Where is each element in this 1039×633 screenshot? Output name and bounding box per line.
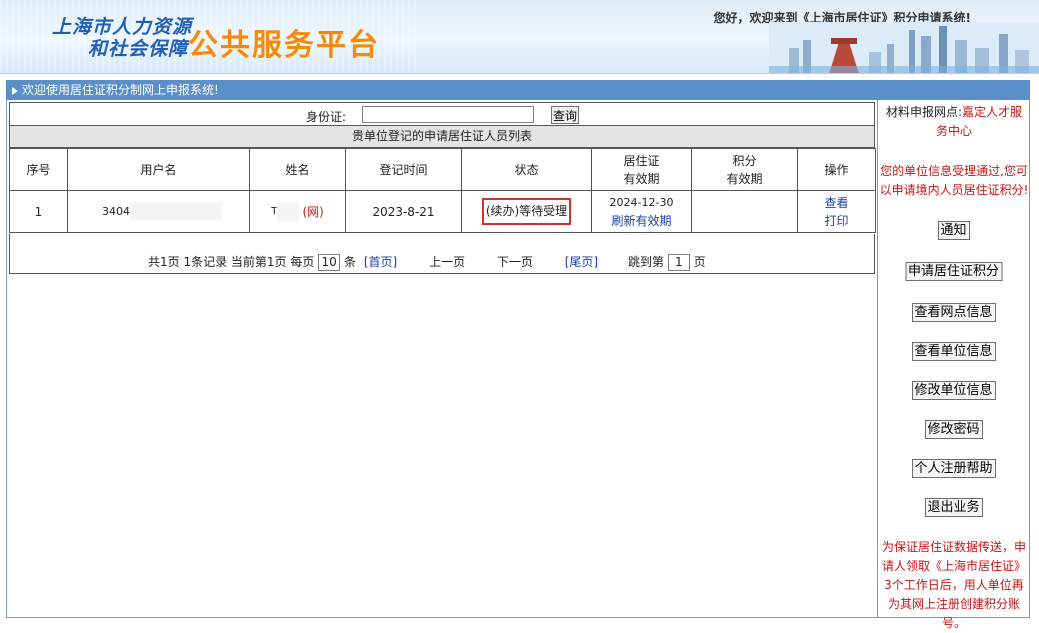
col-header-name: 姓名	[249, 148, 346, 191]
welcome-bar: 欢迎使用居住证积分制网上申报系统!	[6, 80, 1030, 100]
redacted-mask: xxxxxxxxxxxxx	[130, 202, 223, 220]
col-header-operation: 操作	[797, 148, 876, 191]
table-row: 1 3404xxxxxxxxxxxxx Txxx (网) 2023-8-21 (…	[9, 190, 876, 233]
unit-approved-notice: 您的单位信息受理通过,您可以申请境内人员居住证积分!	[879, 164, 1029, 197]
id-card-input[interactable]	[362, 106, 534, 123]
footer-note: 为保证居住证数据传送，申请人领取《上海市居住证》3个工作日后，用人单位再为其网上…	[881, 540, 1026, 630]
prev-page-link[interactable]: 上一页	[429, 255, 465, 269]
sidebar: 材料申报网点:嘉定人才服务中心 您的单位信息受理通过,您可以申请境内人员居住证积…	[877, 100, 1030, 630]
list-title: 贵单位登记的申请居住证人员列表	[9, 126, 875, 148]
applicant-table: 序号 用户名 姓名 登记时间 状态 居住证 有效期 积分 有效期 操作 1 34…	[9, 148, 876, 233]
notice-button[interactable]: 通知	[937, 221, 970, 240]
skyline-banner-icon	[769, 22, 1039, 73]
search-row: 身份证: 查询	[9, 102, 875, 126]
cell-index: 1	[9, 190, 68, 233]
jump-page-input[interactable]: 1	[667, 254, 690, 271]
edit-unit-info-button[interactable]: 修改单位信息	[911, 381, 996, 400]
view-link[interactable]: 查看	[824, 196, 848, 210]
id-card-label: 身份证:	[306, 110, 347, 124]
refresh-validity-link[interactable]: 刷新有效期	[611, 214, 671, 228]
pagination-summary: 共1页 1条记录 当前第1页 每页	[148, 255, 315, 269]
change-password-button[interactable]: 修改密码	[924, 420, 983, 439]
col-header-username: 用户名	[67, 148, 250, 191]
page-size-input[interactable]: 10	[318, 254, 341, 271]
welcome-bar-text: 欢迎使用居住证积分制网上申报系统!	[22, 83, 219, 97]
username-text: 3404	[102, 205, 130, 218]
pagination: 共1页 1条记录 当前第1页 每页 10 条 [首页] 上一页 下一页 [尾页]…	[9, 234, 875, 274]
table-header-row: 序号 用户名 姓名 登记时间 状态 居住证 有效期 积分 有效期 操作	[9, 148, 876, 191]
permit-expiry-date: 2024-12-30	[609, 196, 674, 209]
print-link[interactable]: 打印	[824, 214, 848, 228]
permit-header-line2: 有效期	[623, 171, 660, 186]
col-header-permit-expiry: 居住证 有效期	[591, 148, 692, 191]
next-page-link[interactable]: 下一页	[497, 255, 533, 269]
cell-username: 3404xxxxxxxxxxxxx	[67, 190, 250, 233]
permit-header-line1: 居住证	[623, 153, 660, 168]
main-panel: 身份证: 查询 贵单位登记的申请居住证人员列表 序号 用户名 姓名 登记时间 状…	[9, 102, 876, 274]
page-header: 上海市人力资源 和社会保障 公共服务平台 您好，欢迎来到《上海市居住证》积分申请…	[0, 0, 1039, 74]
name-tag-online: (网)	[302, 204, 324, 219]
arrow-right-icon	[12, 86, 18, 95]
content-frame: 身份证: 查询 贵单位登记的申请居住证人员列表 序号 用户名 姓名 登记时间 状…	[6, 100, 1030, 630]
page-size-unit: 条	[344, 255, 357, 269]
status-badge: (续办)等待受理	[481, 198, 572, 225]
query-button[interactable]: 查询	[551, 106, 579, 124]
pagination-row: 共1页 1条记录 当前第1页 每页 10 条 [首页] 上一页 下一页 [尾页]…	[10, 253, 876, 271]
cell-reg-time: 2023-8-21	[345, 190, 462, 233]
last-page-link[interactable]: [尾页]	[565, 255, 598, 269]
redacted-mask: xxx	[277, 202, 299, 221]
exit-business-button[interactable]: 退出业务	[924, 498, 983, 517]
col-header-index: 序号	[9, 148, 68, 191]
view-site-info-button[interactable]: 查看网点信息	[911, 303, 996, 322]
cell-score-expiry	[691, 190, 798, 233]
col-header-score-expiry: 积分 有效期	[691, 148, 798, 191]
jump-label: 跳到第	[627, 255, 664, 269]
cell-status: (续办)等待受理	[461, 190, 592, 233]
material-site-label: 材料申报网点:	[885, 105, 963, 119]
cell-permit-expiry: 2024-12-30 刷新有效期	[591, 190, 692, 233]
cell-operation: 查看 打印	[797, 190, 876, 233]
logo-main-title: 公共服务平台	[188, 28, 380, 63]
view-unit-info-button[interactable]: 查看单位信息	[911, 342, 996, 361]
col-header-reg-time: 登记时间	[345, 148, 462, 191]
cell-name: Txxx (网)	[249, 190, 346, 233]
score-header-line1: 积分	[732, 153, 757, 168]
material-site-info: 材料申报网点:嘉定人才服务中心	[878, 103, 1030, 141]
score-header-line2: 有效期	[726, 171, 763, 186]
logo-line-2: 和社会保障	[88, 38, 189, 60]
jump-unit: 页	[693, 255, 706, 269]
apply-score-button[interactable]: 申请居住证积分	[904, 262, 1003, 281]
col-header-status: 状态	[461, 148, 592, 191]
first-page-link[interactable]: [首页]	[364, 255, 397, 269]
personal-register-help-button[interactable]: 个人注册帮助	[911, 459, 996, 478]
